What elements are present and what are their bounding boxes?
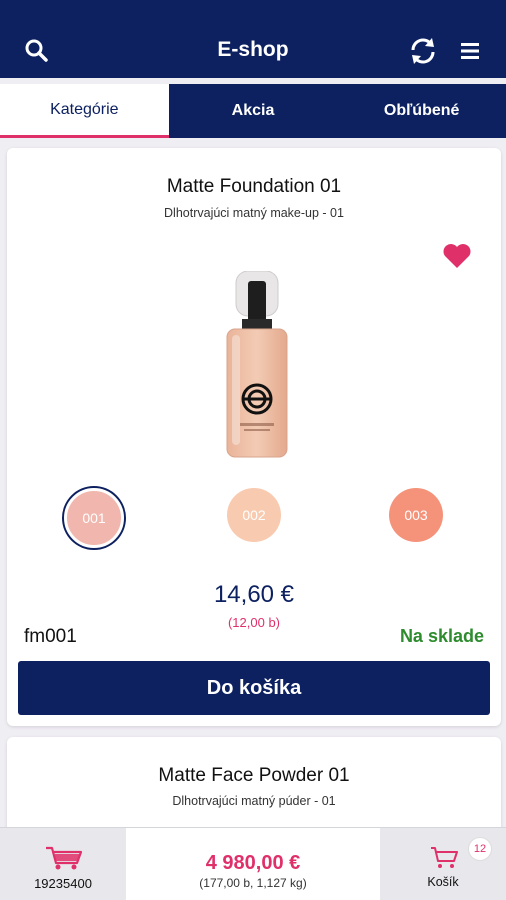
cart-count-badge: 12 [468, 837, 492, 861]
account-number: 19235400 [34, 876, 92, 891]
tab-favorites[interactable]: Obľúbené [337, 84, 506, 138]
menu-icon[interactable] [455, 36, 485, 66]
product-name: Matte Foundation 01 [166, 176, 342, 197]
total-details: (177,00 b, 1,127 kg) [199, 876, 307, 890]
product-subtitle: Dlhotrvajúci matný púder - 01 [172, 794, 336, 808]
add-to-cart-button[interactable]: Do košíka [18, 661, 490, 715]
bottom-bar: 19235400 4 980,00 € (177,00 b, 1,127 kg)… [0, 827, 506, 900]
shade-swatch-002[interactable]: 002 [227, 488, 281, 542]
shop-cart-icon [46, 846, 83, 870]
shade-swatch-001[interactable]: 001 [64, 488, 124, 548]
product-code: fm001 [24, 626, 77, 647]
favorite-heart-icon[interactable] [442, 242, 472, 270]
order-total[interactable]: 4 980,00 € (177,00 b, 1,127 kg) [126, 828, 380, 900]
top-app-bar: E-shop [0, 0, 506, 78]
product-price: 14,60 € [213, 581, 295, 608]
product-subtitle: Dlhotrvajúci matný make-up - 01 [164, 206, 344, 220]
product-name: Matte Face Powder 01 [158, 765, 350, 786]
refresh-icon[interactable] [408, 36, 438, 66]
cart-button[interactable]: 12 Košík [380, 828, 506, 900]
total-price: 4 980,00 € [205, 852, 301, 874]
product-card[interactable]: Matte Foundation 01 Dlhotrvajúci matný m… [7, 148, 501, 726]
tab-categories[interactable]: Kategórie [0, 84, 169, 138]
tab-sale[interactable]: Akcia [169, 84, 338, 138]
cart-icon [431, 847, 458, 868]
product-image [226, 271, 288, 458]
tab-bar: Kategórie Akcia Obľúbené [0, 84, 506, 138]
cart-label: Košík [427, 875, 459, 889]
stock-status: Na sklade [399, 626, 484, 646]
shade-swatch-003[interactable]: 003 [389, 488, 443, 542]
account-button[interactable]: 19235400 [0, 828, 126, 900]
